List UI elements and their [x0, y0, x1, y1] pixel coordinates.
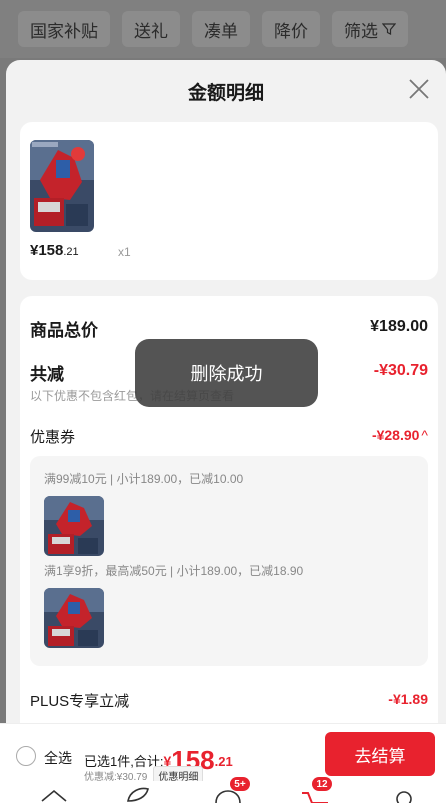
coupon-value: -¥28.90	[371, 427, 420, 443]
coupon-detail-box: 满99减10元 | 小计189.00，已减10.00 满1享9折，最高减50元 …	[30, 456, 428, 666]
coupon-toggle[interactable]: -¥28.90 ^	[372, 427, 428, 443]
cart-badge: 12	[312, 777, 332, 791]
coupon-product-thumb-2	[44, 588, 104, 648]
checkout-bar: 全选 已选1件,合计:¥158.21 优惠减:¥30.79 优惠明细 去结算	[0, 723, 446, 785]
profile-icon	[396, 791, 412, 803]
tab-profile[interactable]	[384, 783, 424, 803]
summary-amount-decimal: .21	[214, 754, 233, 769]
total-price-label: 商品总价	[30, 321, 98, 340]
checkout-button[interactable]: 去结算	[325, 732, 435, 776]
messages-badge: 5+	[230, 777, 250, 791]
total-price-value: ¥189.00	[370, 318, 428, 335]
tab-messages[interactable]: 5+	[208, 777, 250, 803]
chevron-up-icon: ^	[421, 427, 428, 443]
leaf-icon	[127, 787, 149, 802]
product-image[interactable]	[30, 140, 94, 232]
close-button[interactable]	[406, 76, 432, 102]
filter-combine-order[interactable]: 凑单	[192, 11, 250, 47]
tab-discover[interactable]	[118, 783, 158, 803]
close-icon	[409, 79, 429, 99]
plus-discount-value: -¥1.89	[388, 691, 428, 707]
total-reduction-label: 共减	[30, 365, 64, 384]
home-icon	[41, 789, 67, 802]
coupon-product-thumb-1	[44, 496, 104, 556]
delete-success-toast: 删除成功	[135, 339, 318, 407]
filter-price-drop[interactable]: 降价	[262, 11, 320, 47]
filter-button[interactable]: 筛选	[332, 11, 408, 47]
filter-gift[interactable]: 送礼	[122, 11, 180, 47]
select-all-checkbox[interactable]	[16, 746, 36, 766]
total-reduction-value: -¥30.79	[373, 362, 428, 379]
filter-national-subsidy[interactable]: 国家补贴	[18, 11, 110, 47]
select-all-label[interactable]: 全选	[44, 748, 72, 768]
plus-discount-label: PLUS专享立减	[30, 693, 130, 710]
product-price: ¥158.21	[30, 242, 79, 259]
coupon-rule-2: 满1享9折，最高减50元 | 小计189.00，已减18.90	[44, 564, 304, 578]
coupon-label: 优惠券	[30, 429, 76, 446]
product-quantity: x1	[118, 245, 131, 259]
tab-cart[interactable]: 12	[298, 777, 338, 803]
product-card: ¥158.21 x1	[20, 122, 438, 280]
amount-detail-sheet: 金额明细 ¥158.21 x1 商品总价 ¥189.00 共减 -¥30.79	[6, 60, 446, 803]
filter-bar: 国家补贴 送礼 凑单 降价 筛选	[0, 0, 446, 58]
coupon-rule-1: 满99减10元 | 小计189.00，已减10.00	[44, 472, 244, 486]
tab-home[interactable]	[34, 783, 74, 803]
bottom-tab-bar: 5+ 12	[0, 777, 446, 803]
sheet-title: 金额明细	[187, 83, 264, 104]
filter-label: 筛选	[344, 21, 378, 41]
funnel-icon	[382, 23, 396, 35]
